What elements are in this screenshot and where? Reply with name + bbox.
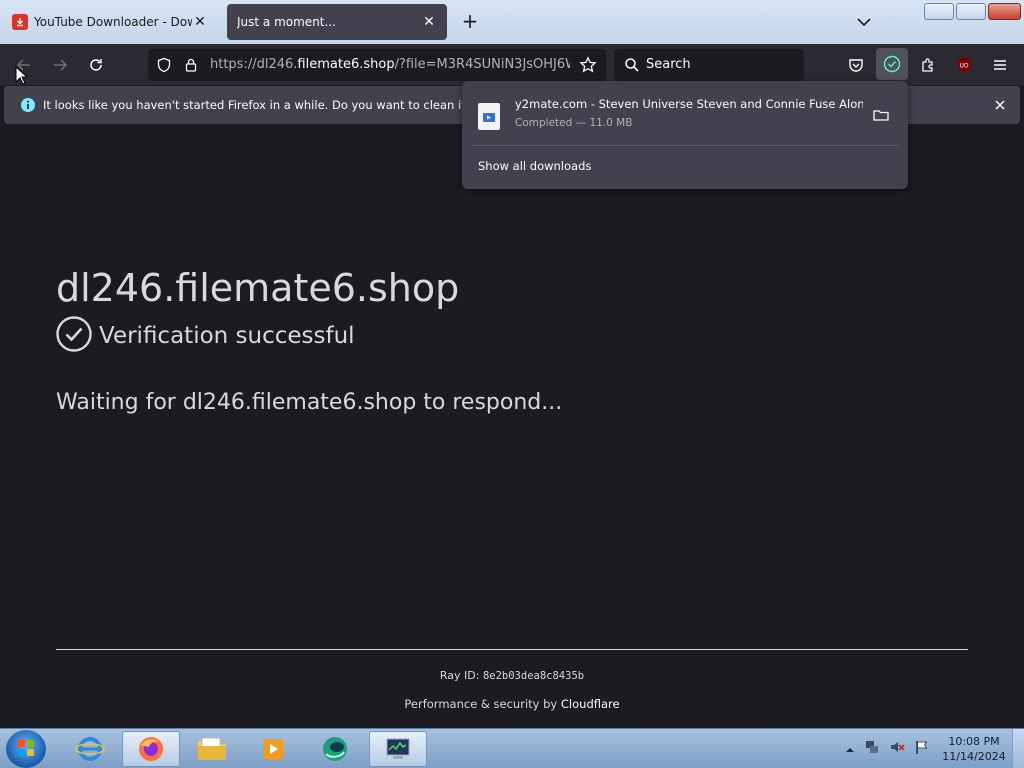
panel-divider [471,145,899,146]
show-hidden-icons-icon[interactable] [845,740,855,759]
task-manager-icon[interactable] [369,731,427,767]
close-tab-icon[interactable]: ✕ [421,14,437,30]
new-tab-button[interactable]: + [459,10,481,32]
ublock-origin-icon[interactable]: UO [953,54,975,76]
performance-label: Performance & security by [404,697,561,711]
info-icon [17,94,39,116]
restore-button[interactable] [956,3,986,20]
minimize-button[interactable] [924,3,954,20]
hamburger-menu-icon[interactable] [989,54,1011,76]
lock-icon[interactable] [180,54,202,76]
search-icon [621,54,643,76]
list-all-tabs-icon[interactable] [854,12,874,32]
tracking-shield-icon[interactable] [153,54,175,76]
verification-status: Verification successful [56,316,355,356]
volume-muted-icon[interactable] [889,739,905,759]
close-window-button[interactable] [988,3,1021,20]
notification-text: It looks like you haven't started Firefo… [43,98,504,112]
file-explorer-icon[interactable] [183,731,241,767]
performance-line: Performance & security by Cloudflare [0,697,1024,711]
svg-text:UO: UO [959,63,968,70]
tab-title: YouTube Downloader - Downlo [34,15,192,29]
internet-explorer-icon[interactable] [61,731,119,767]
show-all-downloads-button[interactable]: Show all downloads [478,159,591,173]
close-notification-icon[interactable] [989,94,1011,116]
extensions-puzzle-icon[interactable] [917,54,939,76]
downloads-button[interactable] [876,48,908,80]
tab-youtube-downloader[interactable]: YouTube Downloader - Downlo ✕ [2,4,218,40]
system-tray [845,739,930,759]
nav-toolbar: https://dl246.filemate6.shop/?file=M3R4S… [0,44,1024,85]
checkmark-circle-icon [56,316,92,356]
footer-divider [56,649,968,650]
clock-date: 11/14/2024 [942,750,1006,763]
search-input[interactable]: Search [614,49,804,81]
window-controls [924,3,1021,21]
ray-id-label: Ray ID: [439,669,483,682]
download-status: Completed — 11.0 MB [515,117,633,129]
verification-text: Verification successful [99,323,355,349]
waiting-message: Waiting for dl246.filemate6.shop to resp… [56,390,563,415]
ray-id-line: Ray ID: 8e2b03dea8c8435b [0,669,1024,682]
network-icon[interactable] [864,739,880,759]
pocket-icon[interactable] [845,54,867,76]
reload-icon[interactable] [85,54,107,76]
downloads-panel: y2mate.com - Steven Universe Steven and … [462,81,908,189]
tab-strip: YouTube Downloader - Downlo ✕ Just a mom… [0,0,1024,44]
tab-title: Just a moment... [237,15,336,29]
download-filename[interactable]: y2mate.com - Steven Universe Steven and … [515,97,863,111]
close-tab-icon[interactable]: ✕ [192,14,208,30]
bookmark-star-icon[interactable] [577,54,599,76]
url-bar[interactable]: https://dl246.filemate6.shop/?file=M3R4S… [148,49,606,81]
show-desktop-button[interactable] [1012,729,1024,768]
video-file-icon [478,103,500,130]
ray-id-value: 8e2b03dea8c8435b [482,670,585,682]
clock-time: 10:08 PM [948,735,1000,748]
system-clock[interactable]: 10:08 PM 11/14/2024 [942,734,1006,764]
app-taskbar-icon[interactable] [306,731,364,767]
page-host-heading: dl246.filemate6.shop [56,266,460,310]
mouse-cursor-icon [15,65,29,90]
firefox-taskbar-icon[interactable] [122,731,180,767]
start-button[interactable] [6,730,46,768]
cloudflare-link[interactable]: Cloudflare [561,697,620,711]
url-text: https://dl246.filemate6.shop/?file=M3R4S… [210,57,570,72]
download-favicon-icon [12,14,28,30]
search-placeholder: Search [646,57,691,72]
tab-just-a-moment[interactable]: Just a moment... ✕ [227,4,447,40]
open-folder-icon[interactable] [872,106,890,124]
action-center-flag-icon[interactable] [914,739,930,759]
forward-arrow-icon[interactable] [49,54,71,76]
media-player-icon[interactable] [244,731,302,767]
download-complete-icon [883,55,901,73]
windows-taskbar: 10:08 PM 11/14/2024 [0,728,1024,768]
